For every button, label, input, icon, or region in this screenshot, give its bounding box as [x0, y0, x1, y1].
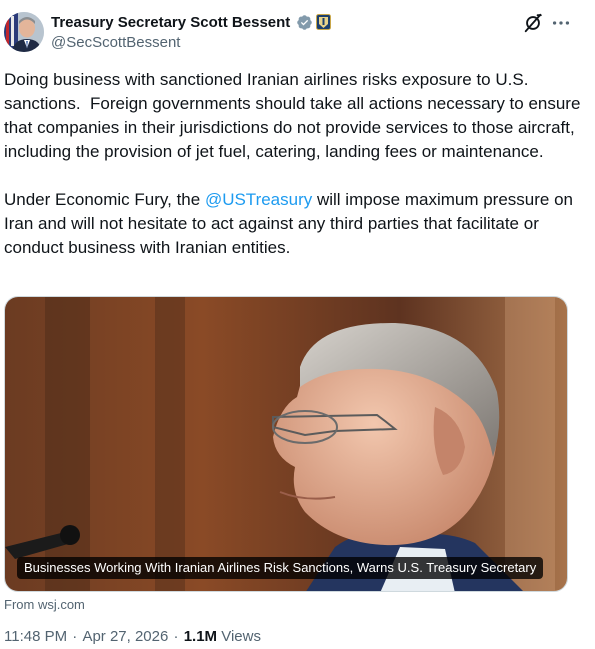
tweet-time[interactable]: 11:48 PM [4, 628, 67, 645]
views-count: 1.1M [183, 628, 218, 645]
tweet-date[interactable]: Apr 27, 2026 [82, 628, 168, 645]
tweet-metadata: 11:48 PM · Apr 27, 2026 · 1.1M Views [4, 628, 261, 645]
link-source[interactable]: From wsj.com [4, 597, 85, 612]
tweet-paragraph-1: Doing business with sanctioned Iranian a… [4, 70, 586, 161]
avatar[interactable] [4, 12, 44, 52]
card-caption: Businesses Working With Iranian Airlines… [17, 557, 544, 579]
author-handle[interactable]: @SecScottBessent [51, 34, 180, 51]
grok-icon[interactable] [522, 12, 544, 34]
tweet-text: Doing business with sanctioned Iranian a… [4, 68, 589, 260]
views-label: Views [217, 628, 261, 645]
mention-link[interactable]: @USTreasury [205, 190, 312, 209]
author-name[interactable]: Treasury Secretary Scott Bessent [51, 14, 290, 31]
tweet-paragraph-2-start: Under Economic Fury, the [4, 190, 205, 209]
verified-badge-icon [297, 15, 312, 30]
avatar-image [4, 12, 44, 52]
link-card[interactable]: Businesses Working With Iranian Airlines… [4, 296, 568, 592]
meta-separator: · [68, 628, 82, 645]
meta-separator-2: · [169, 628, 183, 645]
more-options-icon[interactable] [550, 12, 572, 34]
treasury-seal-badge-icon [316, 14, 331, 30]
card-image [5, 297, 567, 591]
tweet-header: Treasury Secretary Scott Bessent @SecSco… [0, 0, 595, 60]
